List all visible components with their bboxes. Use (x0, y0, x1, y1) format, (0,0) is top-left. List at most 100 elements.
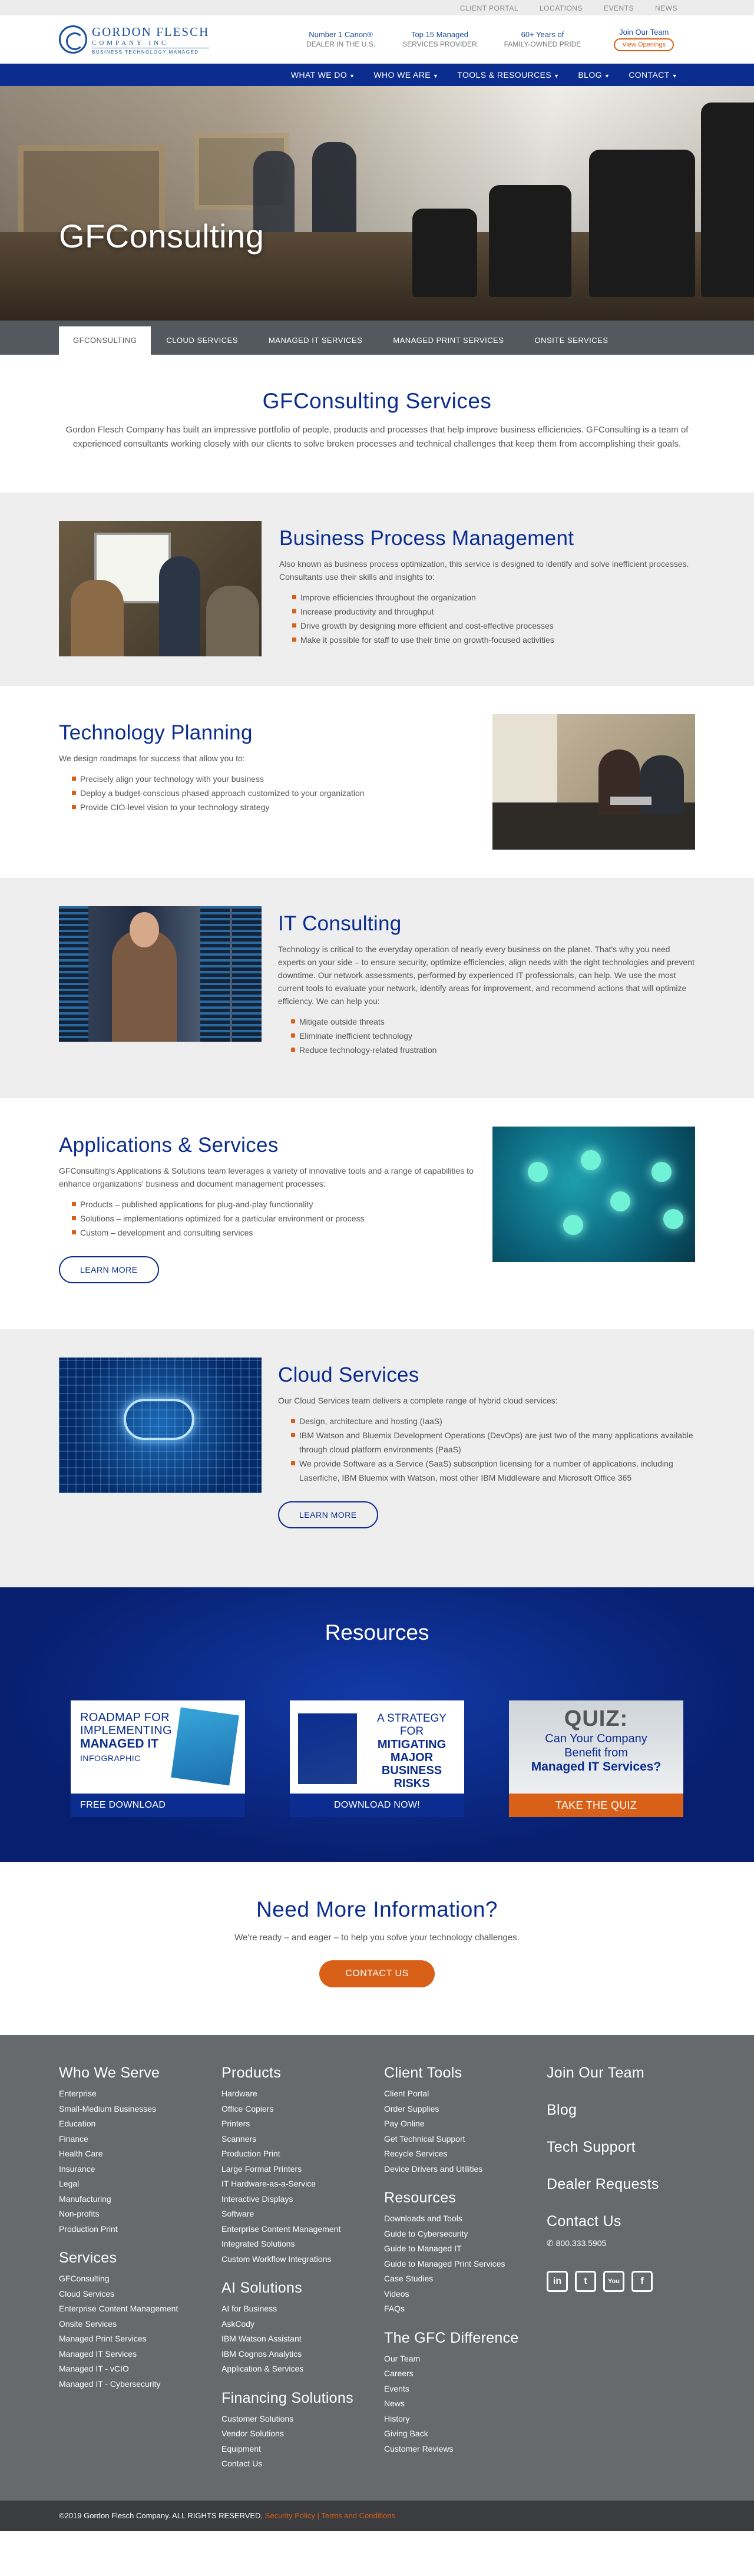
footer-phone[interactable]: ✆ 800.333.5905 (547, 2238, 694, 2248)
apps-learn-more-button[interactable]: LEARN MORE (59, 1256, 159, 1283)
list-item: Solutions – implementations optimized fo… (72, 1211, 476, 1226)
take-quiz-button[interactable]: TAKE THE QUIZ (509, 1794, 683, 1817)
utility-link-news[interactable]: NEWS (655, 4, 677, 12)
utility-link-locations[interactable]: LOCATIONS (540, 4, 583, 12)
company-logo[interactable]: GORDON FLESCH COMPANY INC BUSINESS TECHN… (59, 25, 306, 55)
footer-link[interactable]: Enterprise (59, 2086, 206, 2102)
footer-link[interactable]: FAQs (384, 2301, 531, 2317)
resource-card-infographic[interactable]: ROADMAP FOR IMPLEMENTING MANAGED IT INFO… (71, 1700, 245, 1817)
subnav-onsite[interactable]: ONSITE SERVICES (519, 336, 623, 355)
footer-link[interactable]: IBM Watson Assistant (221, 2331, 369, 2347)
footer-link[interactable]: Managed Print Services (59, 2331, 206, 2347)
list-item: Deploy a budget-conscious phased approac… (72, 786, 476, 800)
security-policy-link[interactable]: Security Policy (265, 2511, 315, 2520)
footer-link[interactable]: Cloud Services (59, 2287, 206, 2302)
footer-link[interactable]: News (384, 2396, 531, 2412)
nav-who-we-are[interactable]: WHO WE ARE ▼ (373, 70, 438, 80)
subnav-cloud-services[interactable]: CLOUD SERVICES (151, 336, 253, 355)
view-openings-button[interactable]: View Openings (614, 38, 674, 51)
footer-link[interactable]: Downloads and Tools (384, 2211, 531, 2227)
footer-link[interactable]: History (384, 2412, 531, 2427)
nav-contact[interactable]: CONTACT ▼ (629, 70, 677, 80)
free-download-button[interactable]: FREE DOWNLOAD (71, 1794, 245, 1817)
footer-link-join[interactable]: Join Our Team (547, 2065, 694, 2082)
join-title[interactable]: Join Our Team (614, 28, 674, 37)
footer-link[interactable]: Production Print (221, 2146, 369, 2162)
footer-link-blog[interactable]: Blog (547, 2102, 694, 2119)
footer-link[interactable]: Office Copiers (221, 2102, 369, 2117)
footer-link[interactable]: IT Hardware-as-a-Service (221, 2177, 369, 2192)
footer-link-contact[interactable]: Contact Us (547, 2213, 694, 2230)
footer-link[interactable]: Manufacturing (59, 2192, 206, 2207)
footer-link[interactable]: Health Care (59, 2146, 206, 2162)
footer-link[interactable]: Non-profits (59, 2207, 206, 2222)
facebook-icon[interactable]: f (631, 2271, 653, 2292)
cloud-learn-more-button[interactable]: LEARN MORE (278, 1501, 378, 1528)
footer-link[interactable]: Software (221, 2207, 369, 2222)
footer-link[interactable]: Videos (384, 2287, 531, 2302)
footer-link[interactable]: Printers (221, 2116, 369, 2132)
linkedin-icon[interactable]: in (547, 2271, 568, 2292)
footer-link[interactable]: Contact Us (221, 2456, 369, 2472)
footer-link-dealer-requests[interactable]: Dealer Requests (547, 2176, 694, 2193)
resource-card-quiz[interactable]: QUIZ: Can Your Company Benefit from Mana… (509, 1700, 683, 1817)
twitter-icon[interactable]: t (575, 2271, 596, 2292)
footer-link[interactable]: Production Print (59, 2222, 206, 2237)
nav-what-we-do[interactable]: WHAT WE DO ▼ (291, 70, 355, 80)
footer-link[interactable]: Interactive Displays (221, 2192, 369, 2207)
footer-link[interactable]: Giving Back (384, 2426, 531, 2442)
resource-card-guide[interactable]: A STRATEGY FOR MITIGATING MAJOR BUSINESS… (290, 1700, 464, 1817)
footer-link[interactable]: Scanners (221, 2132, 369, 2147)
footer-link[interactable]: Hardware (221, 2086, 369, 2102)
footer-link[interactable]: Equipment (221, 2442, 369, 2457)
footer-link[interactable]: Careers (384, 2366, 531, 2382)
utility-link-client-portal[interactable]: CLIENT PORTAL (460, 4, 518, 12)
footer-link[interactable]: Managed IT - Cybersecurity (59, 2377, 206, 2392)
footer-link[interactable]: Integrated Solutions (221, 2237, 369, 2252)
footer-link[interactable]: Our Team (384, 2352, 531, 2367)
footer-links: AI for Business AskCody IBM Watson Assista… (221, 2301, 384, 2377)
footer-link[interactable]: Insurance (59, 2162, 206, 2177)
footer-link[interactable]: Small-Medium Businesses (59, 2102, 206, 2117)
cloud-title: Cloud Services (278, 1363, 419, 1386)
footer-link[interactable]: AI for Business (221, 2301, 369, 2317)
youtube-icon[interactable]: You (603, 2271, 624, 2292)
nav-tools-resources[interactable]: TOOLS & RESOURCES ▼ (457, 70, 559, 80)
footer-link[interactable]: Custom Workflow Integrations (221, 2252, 369, 2267)
footer-link[interactable]: Guide to Managed IT (384, 2241, 531, 2257)
footer-link[interactable]: Managed IT Services (59, 2347, 206, 2362)
footer-link[interactable]: Events (384, 2382, 531, 2397)
footer-link[interactable]: Recycle Services (384, 2146, 531, 2162)
footer-link-tech-support[interactable]: Tech Support (547, 2139, 694, 2156)
footer-link[interactable]: IBM Cognos Analytics (221, 2347, 369, 2362)
subnav-managed-it[interactable]: MANAGED IT SERVICES (253, 336, 378, 355)
footer-link[interactable]: Legal (59, 2177, 206, 2192)
nav-blog[interactable]: BLOG ▼ (578, 70, 610, 80)
footer-link[interactable]: GFConsulting (59, 2271, 206, 2287)
footer-link[interactable]: Guide to Cybersecurity (384, 2227, 531, 2242)
contact-us-button[interactable]: CONTACT US (319, 1960, 435, 1987)
utility-link-events[interactable]: EVENTS (604, 4, 634, 12)
footer-link[interactable]: Managed IT - vCIO (59, 2362, 206, 2377)
footer-link[interactable]: Customer Solutions (221, 2412, 369, 2427)
footer-link[interactable]: Get Technical Support (384, 2132, 531, 2147)
footer-link[interactable]: Vendor Solutions (221, 2426, 369, 2442)
subnav-gfconsulting[interactable]: GFCONSULTING (59, 326, 151, 355)
footer-link[interactable]: Education (59, 2116, 206, 2132)
footer-link[interactable]: Onsite Services (59, 2317, 206, 2332)
terms-link[interactable]: Terms and Conditions (321, 2511, 395, 2520)
footer-link[interactable]: Client Portal (384, 2086, 531, 2102)
footer-link[interactable]: Large Format Printers (221, 2162, 369, 2177)
footer-link[interactable]: Pay Online (384, 2116, 531, 2132)
footer-link[interactable]: Order Supplies (384, 2102, 531, 2117)
footer-link[interactable]: Finance (59, 2132, 206, 2147)
footer-link[interactable]: Case Studies (384, 2271, 531, 2287)
footer-link[interactable]: Customer Reviews (384, 2442, 531, 2457)
footer-link[interactable]: Enterprise Content Management (59, 2301, 206, 2317)
footer-link[interactable]: Enterprise Content Management (221, 2222, 369, 2237)
footer-link[interactable]: Device Drivers and Utilities (384, 2162, 531, 2177)
subnav-managed-print[interactable]: MANAGED PRINT SERVICES (378, 336, 519, 355)
footer-link[interactable]: AskCody (221, 2317, 369, 2332)
footer-link[interactable]: Application & Services (221, 2362, 369, 2377)
footer-link[interactable]: Guide to Managed Print Services (384, 2257, 531, 2272)
